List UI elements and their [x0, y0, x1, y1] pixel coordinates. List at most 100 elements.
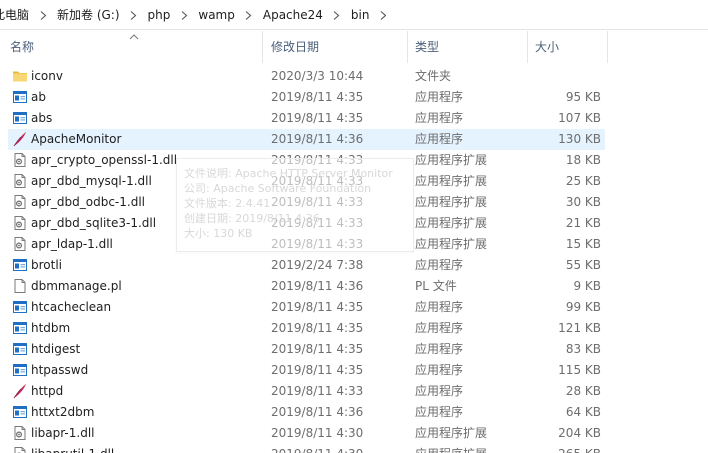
file-type: 应用程序扩展: [415, 444, 487, 453]
file-modified-date: 2019/8/11 4:36: [271, 279, 364, 293]
file-name: httpd: [31, 384, 64, 398]
exe-icon: [12, 299, 28, 315]
file-name: brotli: [31, 258, 63, 272]
chevron-right-icon[interactable]: [237, 8, 261, 21]
chevron-right-icon[interactable]: [172, 8, 196, 21]
file-name: apr_crypto_openssl-1.dll: [31, 153, 178, 167]
file-size: 107 KB: [558, 111, 601, 125]
dll-icon: [12, 194, 28, 210]
file-row[interactable]: htdigest 2019/8/11 4:35 应用程序 83 KB: [8, 339, 605, 360]
file-size: 15 KB: [565, 237, 601, 251]
file-modified-date: 2019/8/11 4:35: [271, 342, 364, 356]
exe-icon: [12, 257, 28, 273]
file-size: 21 KB: [565, 216, 601, 230]
file-icon: [12, 278, 28, 294]
file-name: htdigest: [31, 342, 81, 356]
file-size: 83 KB: [565, 342, 601, 356]
column-header-name[interactable]: 名称: [0, 31, 263, 63]
file-type: 文件夹: [415, 69, 452, 83]
breadcrumb-apache24[interactable]: Apache24: [261, 8, 325, 22]
file-row[interactable]: libapr-1.dll 2019/8/11 4:30 应用程序扩展 204 KB: [8, 423, 605, 444]
file-size: 115 KB: [558, 363, 601, 377]
file-name: htdbm: [31, 321, 71, 335]
file-size: 130 KB: [558, 132, 601, 146]
breadcrumb-php[interactable]: php: [146, 8, 173, 22]
file-modified-date: 2019/8/11 4:35: [271, 111, 364, 125]
file-row[interactable]: iconv 2020/3/3 10:44 文件夹: [8, 66, 605, 87]
file-name: libapr-1.dll: [31, 426, 95, 440]
file-row[interactable]: htcacheclean 2019/8/11 4:35 应用程序 99 KB: [8, 297, 605, 318]
file-size: 9 KB: [573, 279, 601, 293]
file-size: 25 KB: [565, 174, 601, 188]
file-size: 18 KB: [565, 153, 601, 167]
file-name: ab: [31, 90, 46, 104]
chevron-right-icon[interactable]: [122, 8, 146, 21]
file-modified-date: 2019/8/11 4:35: [271, 321, 364, 335]
column-header-type[interactable]: 类型: [408, 31, 528, 63]
file-type: 应用程序: [415, 90, 464, 104]
tooltip-size: 大小: 130 KB: [184, 227, 253, 240]
file-size: 204 KB: [558, 426, 601, 440]
breadcrumb-wamp[interactable]: wamp: [196, 8, 236, 22]
apache-feather-icon: [12, 383, 28, 399]
file-type: 应用程序: [415, 300, 464, 314]
dll-icon: [12, 425, 28, 441]
dll-icon: [12, 446, 28, 453]
file-row[interactable]: htdbm 2019/8/11 4:35 应用程序 121 KB: [8, 318, 605, 339]
chevron-right-icon[interactable]: [31, 8, 55, 21]
file-row[interactable]: httpd 2019/8/11 4:33 应用程序 28 KB: [8, 381, 605, 402]
file-name: iconv: [31, 69, 63, 83]
file-size: 95 KB: [565, 90, 601, 104]
file-type: 应用程序: [415, 405, 464, 419]
breadcrumb-drive-g[interactable]: 新加卷 (G:): [55, 6, 122, 23]
file-name: httxt2dbm: [31, 405, 95, 419]
file-type: 应用程序扩展: [415, 426, 488, 440]
file-modified-date: 2019/8/11 4:36: [271, 132, 364, 146]
breadcrumb-this-pc[interactable]: 此电脑: [0, 6, 31, 23]
file-name: htpasswd: [31, 363, 89, 377]
file-type: PL 文件: [415, 279, 457, 293]
file-name: libaprutil-1.dll: [31, 444, 114, 453]
file-size: 64 KB: [565, 405, 601, 419]
file-type: 应用程序扩展: [415, 237, 488, 251]
file-row[interactable]: htpasswd 2019/8/11 4:35 应用程序 115 KB: [8, 360, 605, 381]
breadcrumb-bin[interactable]: bin: [349, 8, 372, 22]
file-modified-date: 2019/8/11 4:36: [271, 405, 364, 419]
file-modified-date: 2019/8/11 4:35: [271, 300, 364, 314]
file-type: 应用程序: [415, 384, 464, 398]
file-type: 应用程序: [415, 258, 464, 272]
exe-icon: [12, 89, 28, 105]
file-row[interactable]: httxt2dbm 2019/8/11 4:36 应用程序 64 KB: [8, 402, 605, 423]
file-modified-date: 2019/8/11 4:30: [271, 426, 364, 440]
file-type: 应用程序扩展: [415, 195, 488, 209]
file-name: ApacheMonitor: [31, 132, 122, 146]
apache-feather-icon: [12, 131, 28, 147]
column-header-modified-label: 修改日期: [271, 40, 320, 54]
file-modified-date: 2019/8/11 4:35: [271, 363, 364, 377]
file-row[interactable]: ApacheMonitor 2019/8/11 4:36 应用程序 130 KB: [8, 129, 605, 150]
file-row[interactable]: ab 2019/8/11 4:35 应用程序 95 KB: [8, 87, 605, 108]
chevron-right-icon[interactable]: [325, 8, 349, 21]
file-size: 265 KB: [530, 444, 601, 453]
file-name: apr_dbd_mysql-1.dll: [31, 174, 152, 188]
column-header-modified[interactable]: 修改日期: [263, 31, 408, 63]
file-modified-date: 2019/8/11 4:35: [271, 90, 364, 104]
exe-icon: [12, 404, 28, 420]
file-row[interactable]: libaprutil-1.dll 2019/8/11 4:30 应用程序扩展 265 …: [8, 444, 605, 453]
column-header-size-label: 大小: [535, 40, 560, 54]
dll-icon: [12, 236, 28, 252]
file-info-tooltip: 文件说明: Apache HTTP Server Monitor 公司: Apa…: [176, 158, 414, 252]
file-row[interactable]: abs 2019/8/11 4:35 应用程序 107 KB: [8, 108, 605, 129]
column-header-size[interactable]: 大小: [528, 31, 608, 63]
file-name: apr_dbd_odbc-1.dll: [31, 195, 145, 209]
file-type: 应用程序: [415, 342, 464, 356]
breadcrumb: 此电脑 新加卷 (G:) php wamp Apache24 bin: [0, 0, 708, 30]
file-name: htcacheclean: [31, 300, 112, 314]
file-row[interactable]: dbmmanage.pl 2019/8/11 4:36 PL 文件 9 KB: [8, 276, 605, 297]
file-size: 55 KB: [565, 258, 601, 272]
file-type: 应用程序扩展: [415, 153, 488, 167]
file-name: abs: [31, 111, 53, 125]
file-row[interactable]: brotli 2019/2/24 7:38 应用程序 55 KB: [8, 255, 605, 276]
exe-icon: [12, 320, 28, 336]
chevron-right-icon[interactable]: [371, 8, 395, 21]
